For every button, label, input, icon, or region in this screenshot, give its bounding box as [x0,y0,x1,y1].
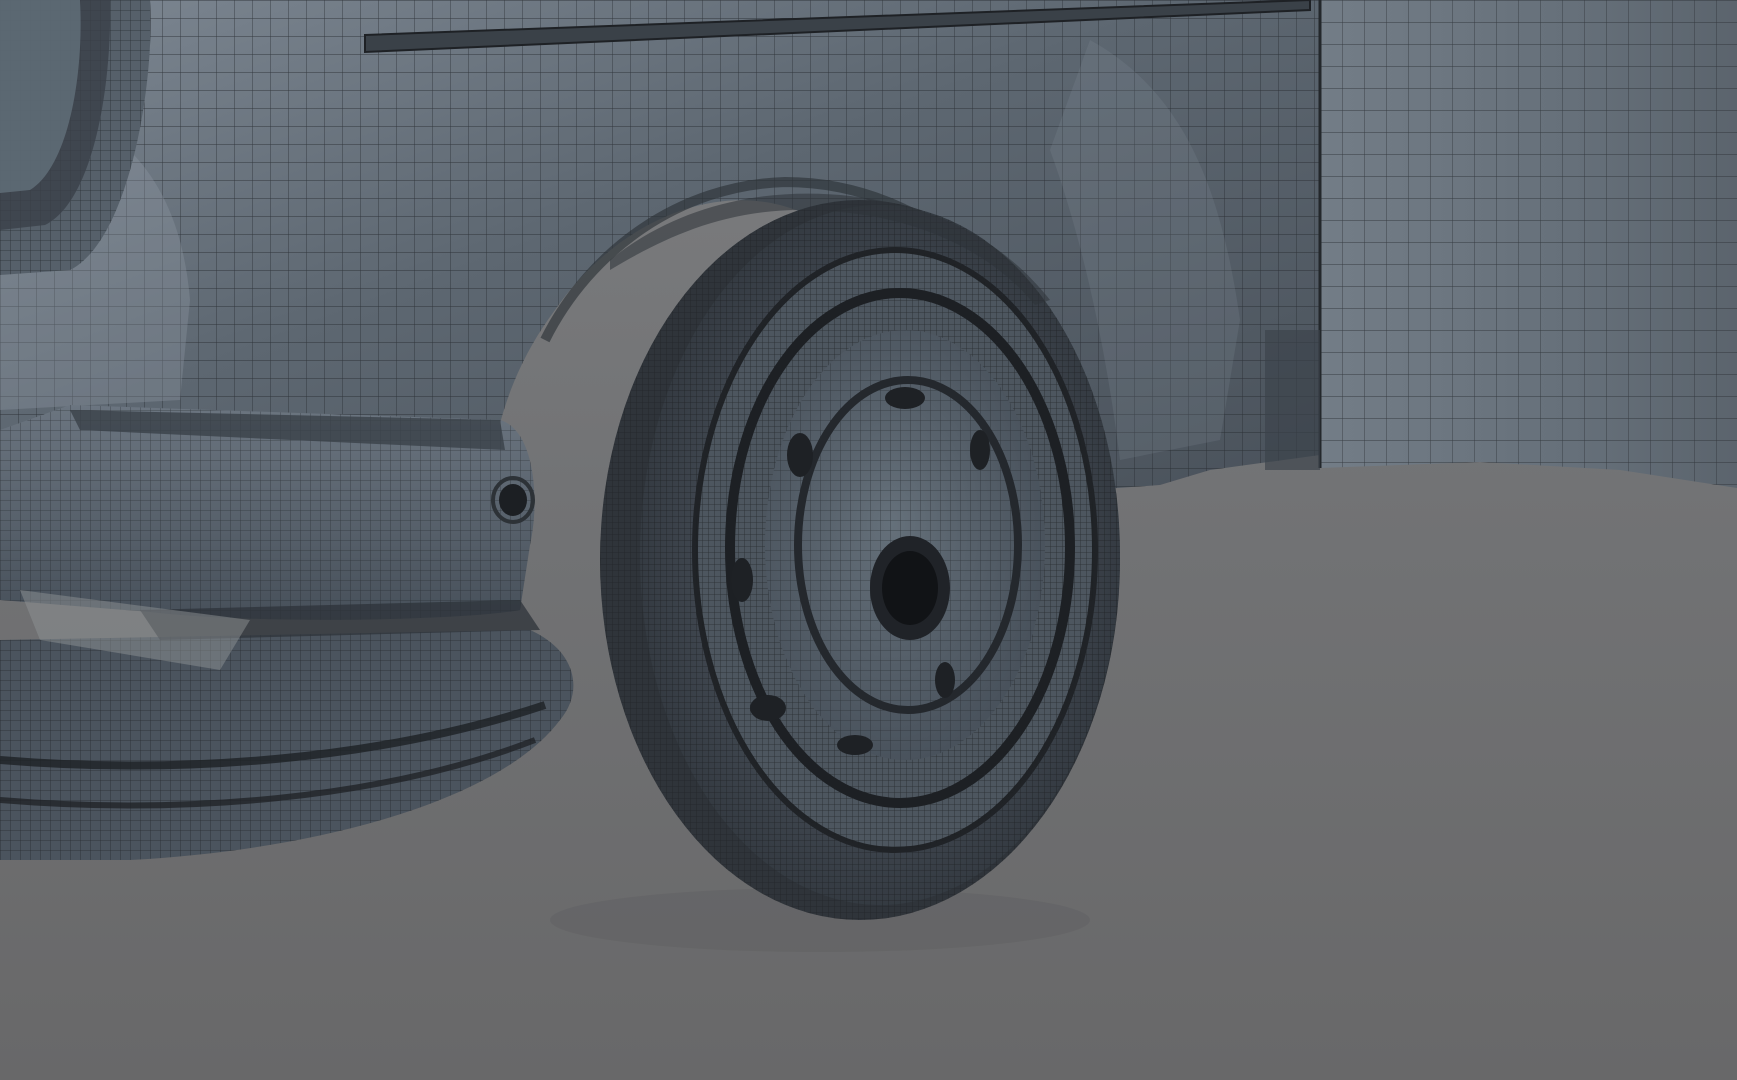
lug-slot [935,662,955,698]
lug-slot [885,387,925,409]
side-marker-light[interactable] [499,484,527,516]
door-wireframe [1320,0,1737,488]
front-bumper[interactable] [0,405,574,860]
lug-slot [970,430,990,470]
door-panel[interactable] [1265,0,1737,488]
lug-slot [750,695,786,721]
lug-slot [787,433,813,477]
lug-slot [837,735,873,755]
door-sill-shadow [1265,330,1320,470]
lug-slot [731,558,753,602]
front-wheel[interactable] [600,200,1120,920]
3d-viewport[interactable] [0,0,1737,1080]
hub-center [882,551,938,625]
bumper-lower-wireframe [0,630,574,860]
wireframe-scene[interactable] [0,0,1737,1080]
